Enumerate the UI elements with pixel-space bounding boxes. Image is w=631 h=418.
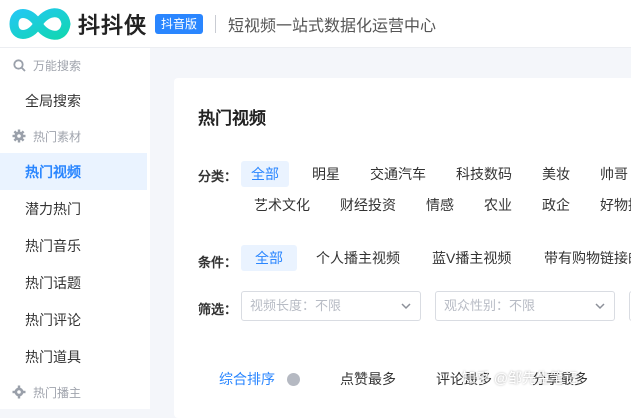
condition-shopping[interactable]: 带有购物链接的 (534, 245, 631, 271)
chevron-down-icon (401, 303, 411, 310)
category-agriculture[interactable]: 农业 (474, 192, 522, 218)
category-handsome[interactable]: 帅哥 (590, 161, 631, 187)
sidebar-item-potential-hot[interactable]: 潜力热门 (0, 190, 150, 227)
brand-name: 抖抖侠 (78, 13, 148, 39)
condition-label: 条件： (198, 255, 238, 270)
sidebar-group-label: 万能搜索 (33, 58, 82, 73)
sort-label: 综合排序 (219, 371, 275, 387)
category-tech[interactable]: 科技数码 (446, 161, 522, 187)
logo-icon (9, 7, 71, 40)
category-stars[interactable]: 明星 (302, 161, 350, 187)
sidebar-item-hot-music[interactable]: 热门音乐 (0, 227, 150, 264)
sidebar-item-hot-videos[interactable]: 热门视频 (0, 153, 147, 190)
sidebar-item-hot-comments[interactable]: 热门评论 (0, 301, 150, 338)
condition-personal[interactable]: 个人播主视频 (306, 245, 410, 271)
condition-bluev[interactable]: 蓝V播主视频 (422, 245, 521, 271)
watermark: 知乎 @邹先生笔记 (462, 370, 579, 386)
condition-all[interactable]: 全部 (241, 245, 297, 271)
page-title: 热门视频 (198, 109, 266, 128)
chevron-down-icon (595, 303, 605, 310)
category-gov[interactable]: 政企 (532, 192, 580, 218)
category-goods[interactable]: 好物推 (590, 192, 631, 218)
category-art[interactable]: 艺术文化 (244, 192, 320, 218)
search-icon (11, 57, 27, 73)
version-badge: 抖音版 (155, 13, 204, 34)
category-emotion[interactable]: 情感 (416, 192, 464, 218)
sidebar-item-hot-topics[interactable]: 热门话题 (0, 264, 150, 301)
video-length-select[interactable]: 视频长度：不限 (241, 291, 421, 321)
sidebar-item-global-search[interactable]: 全局搜索 (0, 82, 150, 119)
sidebar-group-hot-creators: 热门播主 (0, 375, 150, 409)
sort-most-likes[interactable]: 点赞最多 (340, 369, 396, 389)
sort-comprehensive[interactable]: 综合排序 (219, 369, 300, 389)
audience-gender-value: 观众性别：不限 (444, 298, 536, 313)
hot-videos-panel: 热门视频 分类： 全部 明星 交通汽车 科技数码 美妆 帅哥 艺术文化 财经投资… (174, 78, 631, 418)
gear-icon (11, 128, 27, 144)
gear-icon (11, 384, 27, 400)
audience-gender-select[interactable]: 观众性别：不限 (435, 291, 615, 321)
sidebar-group-hot-material: 热门素材 (0, 119, 150, 153)
sidebar: 万能搜索 全局搜索 热门素材 热门视频 潜力热门 热门音乐 热门话题 热门评论 … (0, 48, 150, 409)
header-slogan: 短视频一站式数据化运营中心 (228, 17, 437, 35)
sidebar-group-label: 热门播主 (33, 385, 82, 400)
filter-label: 筛选： (198, 302, 238, 317)
video-length-value: 视频长度：不限 (250, 298, 342, 313)
sidebar-group-search: 万能搜索 (0, 48, 150, 82)
help-icon (287, 373, 300, 386)
top-header: 抖抖侠 抖音版 短视频一站式数据化运营中心 (0, 0, 631, 48)
category-auto[interactable]: 交通汽车 (360, 161, 436, 187)
category-beauty[interactable]: 美妆 (532, 161, 580, 187)
sidebar-group-label: 热门素材 (33, 129, 82, 144)
sidebar-item-hot-props[interactable]: 热门道具 (0, 338, 150, 375)
header-divider (215, 14, 217, 33)
category-all[interactable]: 全部 (241, 161, 289, 187)
category-label: 分类： (198, 169, 238, 184)
category-finance[interactable]: 财经投资 (330, 192, 406, 218)
